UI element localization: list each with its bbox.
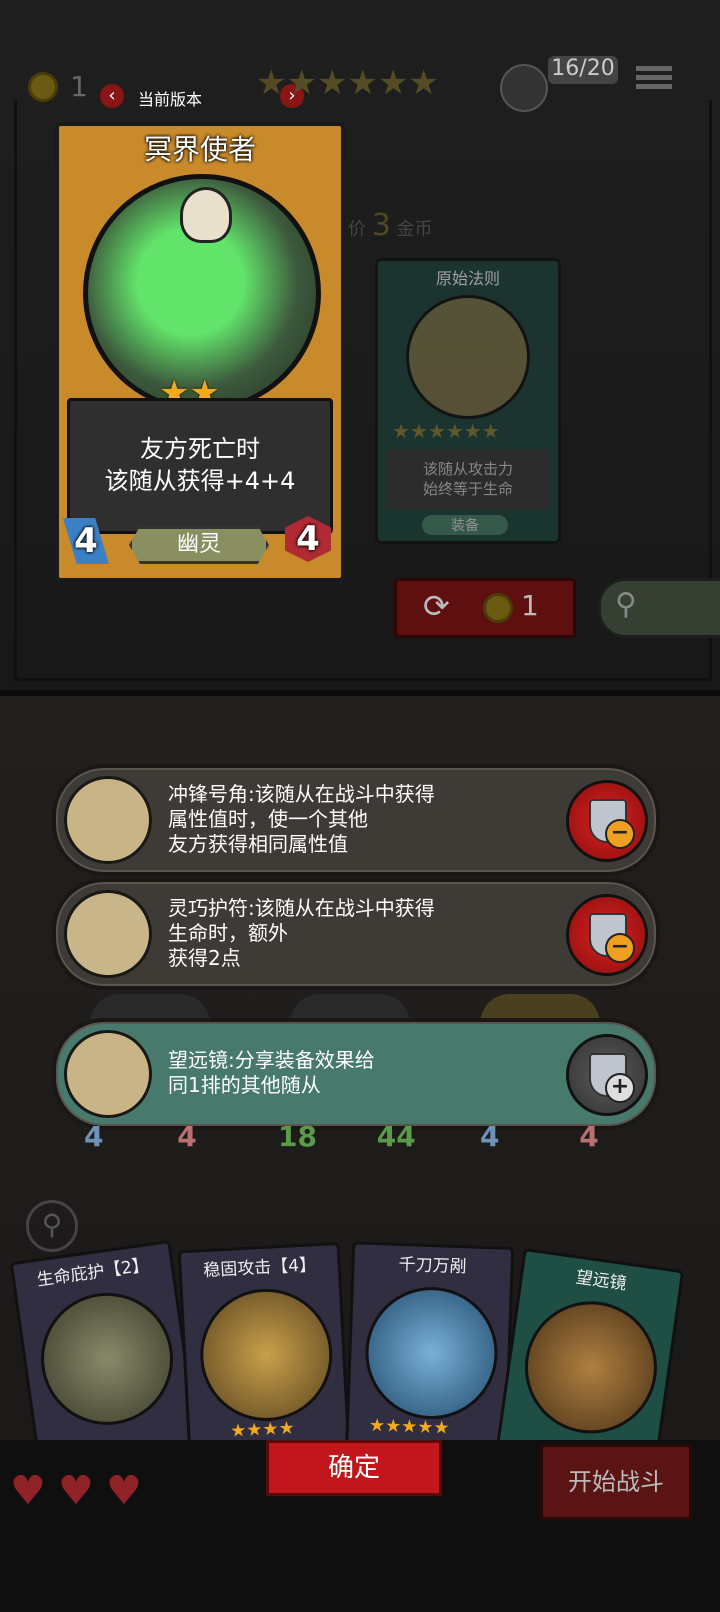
card2-desc-line1: 该随从攻击力 [422,460,513,478]
tier-star: ★ [347,63,378,103]
board-health: 44 [376,1120,416,1153]
card-name: 冥界使者 [143,133,256,166]
heart-icon: ♥ [58,1468,94,1514]
card-description: 友方死亡时 该随从获得+4+4 [70,433,330,497]
board-attack: 4 [84,1120,104,1153]
equipment-row: 冲锋号角:该随从在战斗中获得 属性值时，使一个其他 友方获得相同属性值 − [52,764,660,876]
tier-star: ★ [377,63,409,103]
card2-star: ★ [392,419,410,443]
card2-desc-line2: 始终等于生命 [422,480,513,498]
remove-equipment-button[interactable]: − [566,894,648,976]
skull-icon [180,187,232,243]
card2-description: 该随从攻击力 始终等于生命 [386,449,550,509]
board-minion-2-stats[interactable]: 18 44 [278,1120,416,1153]
search-button[interactable]: ⚲ [598,578,720,638]
tier-star: ★ [286,63,317,103]
telescope-icon [64,1030,152,1118]
minus-icon: − [605,819,635,849]
card2-stars: ★★★★★★ [392,419,500,443]
price-prefix: 价 [348,219,366,240]
card2-star: ★ [463,419,482,443]
confirm-button[interactable]: 确定 [266,1440,442,1496]
board-attack: 4 [480,1120,500,1153]
card2-star: ★ [481,419,500,443]
refresh-coin-icon [483,593,513,623]
card2-name: 原始法则 [435,269,500,288]
equipment-text: 灵巧护符:该随从在战斗中获得 生命时，额外 获得2点 [168,896,528,971]
card-description-box: 友方死亡时 该随从获得+4+4 [67,398,333,534]
equipment-line: 望远镜:分享装备效果给 [168,1048,375,1072]
refresh-button[interactable]: ⟳ 1 [394,578,576,638]
gold-amount: 1 [70,70,88,103]
version-label: 当前版本 [138,90,203,109]
equipment-row: 灵巧护符:该随从在战斗中获得 生命时，额外 获得2点 − [52,878,660,990]
equipment-text: 冲锋号角:该随从在战斗中获得 属性值时，使一个其他 友方获得相同属性值 [168,782,528,857]
gold-coin-icon [28,72,58,102]
tavern-tier-stars: ★★★★★★ [256,66,439,100]
price-unit: 金币 [396,219,433,240]
equipment-text: 望远镜:分享装备效果给 同1排的其他随从 [168,1048,528,1098]
prev-version-button[interactable]: ‹ [100,84,124,108]
horn-icon [64,776,152,864]
tier-star: ★ [408,63,439,103]
card-desc-line2: 该随从获得+4+4 [104,467,296,495]
card2-star: ★ [409,419,428,443]
search-icon: ⚲ [615,587,637,622]
equipment-line: 灵巧护符:该随从在战斗中获得 [168,896,435,920]
refresh-icon: ⟳ [423,587,450,625]
equipment-line: 友方获得相同属性值 [168,832,348,856]
equipment-line: 同1排的其他随从 [168,1073,321,1097]
price-value: 3 [371,208,391,243]
heart-icon: ♥ [106,1468,142,1514]
plus-icon: + [605,1073,635,1103]
shield-art-icon [32,1284,182,1434]
board-minion-3-stats[interactable]: 4 4 [480,1120,599,1153]
scales-icon [406,295,530,419]
start-battle-button[interactable]: 开始战斗 [540,1444,692,1520]
hand-card-name: 稳固攻击【4】 [202,1255,317,1282]
card2-tag: 装备 [422,515,508,535]
card2-star: ★ [427,419,446,443]
selected-minion-card[interactable]: 冥界使者 ★★ 友方死亡时 该随从获得+4+4 4 幽灵 4 [55,122,345,582]
price-label: 价 3 金币 [348,208,433,243]
refresh-cost: 1 [521,589,539,622]
board-minion-1-stats[interactable]: 4 4 [84,1120,197,1153]
board-health: 4 [579,1120,599,1153]
blades-art-icon [363,1284,500,1422]
equipment-line: 获得2点 [168,946,241,970]
tribe-label: 幽灵 [129,526,269,564]
hand-card-stars: ★★★★★ [368,1414,450,1439]
hand-card-stars: ★★★★ [229,1417,296,1442]
sword-art-icon [196,1285,336,1425]
telescope-art-icon [516,1292,666,1442]
hand-card-name: 千刀万剐 [398,1254,467,1278]
amulet-icon [64,890,152,978]
equipment-line: 冲锋号角:该随从在战斗中获得 [168,782,435,806]
board-health: 4 [177,1120,197,1153]
tier-star: ★ [256,63,287,103]
player-avatar[interactable] [500,64,548,112]
board-attack: 18 [278,1120,317,1153]
remove-equipment-button[interactable]: − [566,780,648,862]
equipment-line: 属性值时，使一个其他 [168,807,368,831]
minion-counter: 16/20 [548,56,618,84]
offered-equipment-card[interactable]: 原始法则 ★★★★★★ 该随从攻击力 始终等于生命 装备 [375,258,561,544]
tier-star: ★ [316,63,348,103]
equipment-line: 生命时，额外 [168,921,288,945]
equipment-row-highlighted: 望远镜:分享装备效果给 同1排的其他随从 + [52,1018,660,1130]
add-equipment-button[interactable]: + [566,1034,648,1116]
minus-icon: − [605,933,635,963]
heart-icon: ♥ [10,1468,46,1514]
magnify-icon[interactable]: ⚲ [26,1200,78,1252]
card2-star: ★ [445,419,464,443]
menu-icon[interactable] [636,62,672,93]
card-desc-line1: 友方死亡时 [140,435,260,463]
